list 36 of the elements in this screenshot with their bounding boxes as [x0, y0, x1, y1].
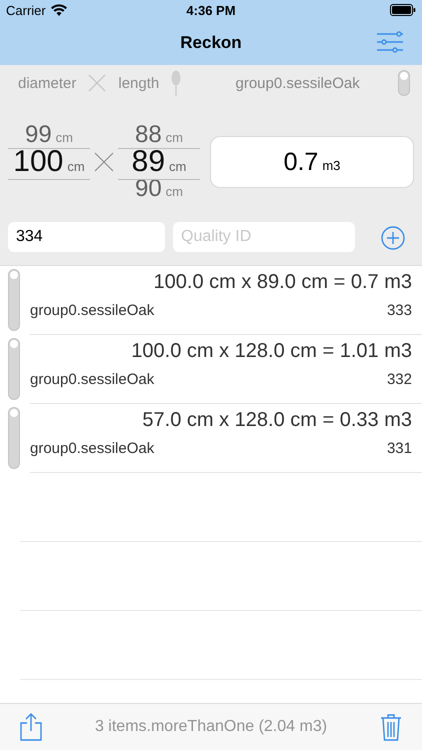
picker-value[interactable]: 89 cm [118, 148, 200, 174]
measurement-formula: 100.0 cm x 89.0 cm = 0.7 m3 [154, 271, 412, 294]
picker-value[interactable]: 88 cm [118, 120, 200, 148]
leaf-icon [171, 70, 182, 96]
share-icon[interactable] [20, 713, 42, 741]
picker-value[interactable]: 90 cm [118, 174, 200, 202]
length-label: length [118, 74, 160, 92]
carrier-label: Carrier [6, 2, 46, 18]
measurement-formula: 57.0 cm x 128.0 cm = 0.33 m3 [142, 409, 412, 432]
picker-value[interactable]: 99 cm [8, 120, 90, 148]
screen-title: Reckon [180, 32, 242, 52]
group-label: group0.sessileOak [30, 371, 154, 388]
toggle-switch[interactable] [8, 269, 20, 331]
wifi-icon [50, 4, 67, 16]
number-field[interactable]: 334 [8, 222, 165, 252]
settings-icon[interactable] [376, 31, 404, 53]
times-icon [88, 74, 106, 92]
diameter-label: diameter [18, 74, 76, 92]
group-label: group0.sessileOak [30, 440, 154, 457]
battery-icon [390, 4, 416, 16]
trash-icon[interactable] [380, 713, 402, 741]
picker-value[interactable]: 100 cm [8, 148, 90, 174]
measurement-formula: 100.0 cm x 128.0 cm = 1.01 m3 [131, 340, 412, 363]
volume-display: 0.7 m3 [210, 136, 414, 188]
toggle-switch[interactable] [398, 70, 410, 96]
item-number: 332 [386, 371, 412, 388]
toggle-switch[interactable] [8, 407, 20, 469]
group-label[interactable]: group0.sessileOak [209, 74, 386, 92]
summary-text: 3 items.moreThanOne (2.04 m3) [94, 718, 328, 736]
clock-time: 4:36 PM [186, 2, 236, 18]
add-icon[interactable] [381, 226, 405, 250]
times-icon [94, 152, 114, 172]
item-number: 331 [386, 440, 412, 457]
group-label: group0.sessileOak [30, 302, 154, 319]
toggle-switch[interactable] [8, 338, 20, 400]
item-number: 333 [386, 302, 412, 319]
